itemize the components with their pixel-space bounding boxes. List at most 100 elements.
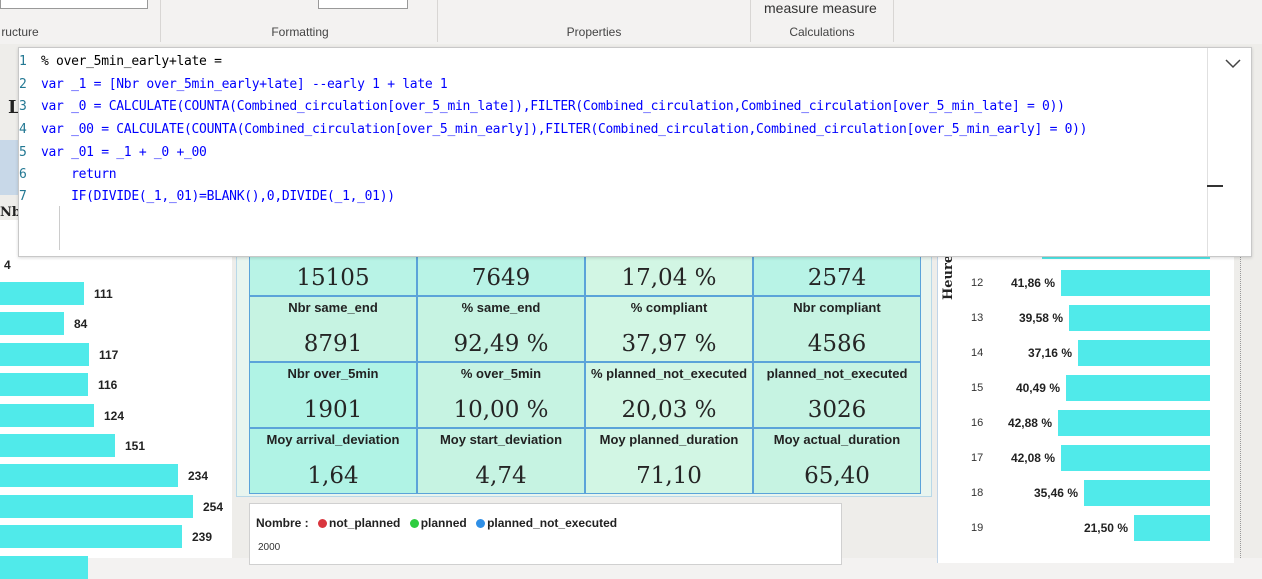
bottom-chart: Nombre : not_planned planned planned_not… bbox=[249, 503, 842, 565]
indent-guide bbox=[59, 206, 60, 250]
hour-label: 15 bbox=[971, 382, 984, 394]
left-bar[interactable] bbox=[0, 403, 94, 427]
collapse-icon[interactable] bbox=[1207, 185, 1223, 187]
hour-pct-label: 41,86 % bbox=[1010, 276, 1055, 290]
left-bar[interactable] bbox=[0, 494, 193, 518]
left-bar-label: 234 bbox=[188, 469, 209, 484]
code-line-4[interactable]: var _00 = CALCULATE(COUNTA(Combined_circ… bbox=[41, 122, 1088, 137]
kpi-value: 1901 bbox=[303, 397, 363, 423]
kpi-label: Moy arrival_deviation bbox=[266, 432, 400, 447]
left-bar[interactable] bbox=[0, 373, 88, 397]
left-bar[interactable] bbox=[0, 282, 84, 305]
kpi-label: planned_not_executed bbox=[766, 366, 908, 381]
legend-dot-not-planned bbox=[318, 519, 328, 528]
chevron-down-icon[interactable] bbox=[1225, 54, 1241, 73]
legend-dot-planned bbox=[409, 519, 419, 528]
kpi-card[interactable]: Moy actual_duration 65,40 bbox=[753, 428, 921, 494]
ribbon-separator bbox=[437, 0, 438, 42]
code-line-7[interactable]: IF(DIVIDE(_1,_01)=BLANK(),0,DIVIDE(_1,_0… bbox=[41, 189, 395, 204]
kpi-card[interactable]: Moy planned_duration 71,10 bbox=[585, 428, 753, 494]
line-number: 2 bbox=[19, 77, 27, 92]
kpi-card[interactable]: % over_5min 10,00 % bbox=[417, 362, 585, 428]
left-bar-label: 124 bbox=[104, 408, 125, 423]
left-bar[interactable] bbox=[0, 312, 64, 336]
kpi-card[interactable]: Nbr compliant 4586 bbox=[753, 296, 921, 362]
hour-pct-label: 35,46 % bbox=[1033, 486, 1078, 500]
kpi-label: Nbr compliant bbox=[793, 300, 881, 315]
hour-bar[interactable] bbox=[1069, 305, 1210, 331]
kpi-value: 4586 bbox=[807, 331, 867, 357]
kpi-card[interactable]: % planned_not_executed 20,03 % bbox=[585, 362, 753, 428]
kpi-card[interactable]: Nbr same_end 8791 bbox=[249, 296, 417, 362]
kpi-card[interactable]: planned_not_executed 3026 bbox=[753, 362, 921, 428]
ribbon-separator bbox=[893, 0, 894, 42]
left-bar-label: 84 bbox=[74, 317, 88, 332]
hour-bar[interactable] bbox=[1061, 270, 1210, 296]
hour-bar[interactable] bbox=[1084, 480, 1210, 506]
kpi-value: 3026 bbox=[807, 397, 867, 423]
kpi-card[interactable]: Nbr over_5min 1901 bbox=[249, 362, 417, 428]
kpi-value: 2574 bbox=[807, 265, 867, 291]
kpi-card[interactable]: Moy start_deviation 4,74 bbox=[417, 428, 585, 494]
new-measure-button[interactable]: measure measure bbox=[764, 0, 877, 16]
line-number-gutter: 1 2 3 4 5 6 7 bbox=[19, 48, 39, 208]
kpi-card[interactable]: 17,04 % bbox=[585, 254, 753, 296]
kpi-label: % same_end bbox=[461, 300, 541, 315]
hour-pct-label: 42,88 % bbox=[1007, 416, 1052, 430]
hour-bar[interactable] bbox=[1066, 375, 1210, 401]
kpi-value: 71,10 bbox=[636, 463, 702, 489]
line-number: 1 bbox=[19, 54, 27, 69]
ribbon-group-structure: ructure bbox=[1, 25, 39, 39]
legend-dot-planned-not-executed bbox=[476, 519, 486, 528]
kpi-label: Moy start_deviation bbox=[439, 432, 563, 447]
hour-label: 18 bbox=[971, 487, 984, 499]
hour-pct-label: 40,49 % bbox=[1015, 381, 1060, 395]
kpi-label: Nbr same_end bbox=[288, 300, 378, 315]
kpi-card[interactable]: 2574 bbox=[753, 254, 921, 296]
kpi-card[interactable]: 7649 bbox=[417, 254, 585, 296]
ribbon: ructure Formatting Properties measure me… bbox=[0, 0, 1262, 45]
code-line-5[interactable]: var _01 = _1 + _0 +_00 bbox=[41, 145, 207, 160]
kpi-value: 20,03 % bbox=[621, 397, 717, 423]
kpi-card[interactable]: 15105 bbox=[249, 254, 417, 296]
kpi-label: Moy actual_duration bbox=[773, 432, 901, 447]
hour-bar[interactable] bbox=[1078, 340, 1210, 366]
kpi-card[interactable]: % compliant 37,97 % bbox=[585, 296, 753, 362]
hour-bar[interactable] bbox=[1134, 515, 1210, 541]
legend-item-not-planned[interactable]: not_planned bbox=[329, 516, 400, 530]
line-number: 6 bbox=[19, 167, 27, 182]
left-bar[interactable] bbox=[0, 434, 115, 457]
hour-pct-label: 39,58 % bbox=[1018, 311, 1063, 325]
right-bar-chart: 12 41,86 % 13 39,58 % 14 37,16 % 15 40,49 % 16 42… bbox=[937, 243, 1234, 563]
left-bar-label: 239 bbox=[192, 530, 213, 545]
kpi-value: 8791 bbox=[303, 331, 363, 357]
hour-pct-label: 21,50 % bbox=[1083, 521, 1128, 535]
hour-bar[interactable] bbox=[1061, 445, 1210, 471]
left-bar-first-value: 4 bbox=[4, 258, 11, 272]
code-line-2[interactable]: var _1 = [Nbr over_5min_early+late] --ea… bbox=[41, 77, 448, 92]
code-line-3[interactable]: var _0 = CALCULATE(COUNTA(Combined_circu… bbox=[41, 99, 1065, 114]
kpi-card[interactable]: Moy arrival_deviation 1,64 bbox=[249, 428, 417, 494]
left-bar-label: 116 bbox=[98, 378, 118, 393]
kpi-value: 10,00 % bbox=[453, 397, 549, 423]
kpi-card[interactable]: % same_end 92,49 % bbox=[417, 296, 585, 362]
line-number: 3 bbox=[19, 99, 27, 114]
kpi-value: 17,04 % bbox=[621, 265, 717, 291]
chart-legend: Nombre : not_planned planned planned_not… bbox=[256, 516, 617, 530]
left-bar[interactable] bbox=[0, 464, 178, 488]
code-line-6[interactable]: return bbox=[41, 167, 116, 182]
left-bar-partial bbox=[0, 555, 88, 579]
left-bar-label: 111 bbox=[94, 287, 113, 301]
ribbon-input[interactable] bbox=[0, 0, 148, 9]
left-panel-header bbox=[0, 140, 18, 195]
dax-formula-editor[interactable]: 1 2 3 4 5 6 7 % over_5min_early+late = v… bbox=[18, 47, 1252, 257]
code-line-1[interactable]: % over_5min_early+late = bbox=[41, 54, 222, 69]
ribbon-dropdown[interactable] bbox=[318, 0, 408, 9]
kpi-value: 15105 bbox=[296, 265, 370, 291]
left-bar[interactable] bbox=[0, 525, 182, 549]
left-bar[interactable] bbox=[0, 342, 89, 366]
legend-item-planned[interactable]: planned bbox=[421, 516, 467, 530]
kpi-grid: 15105 7649 17,04 % 2574 Nbr same_end 8791 % sa… bbox=[236, 254, 932, 497]
legend-item-planned-not-executed[interactable]: planned_not_executed bbox=[487, 516, 617, 530]
hour-bar[interactable] bbox=[1058, 410, 1210, 436]
